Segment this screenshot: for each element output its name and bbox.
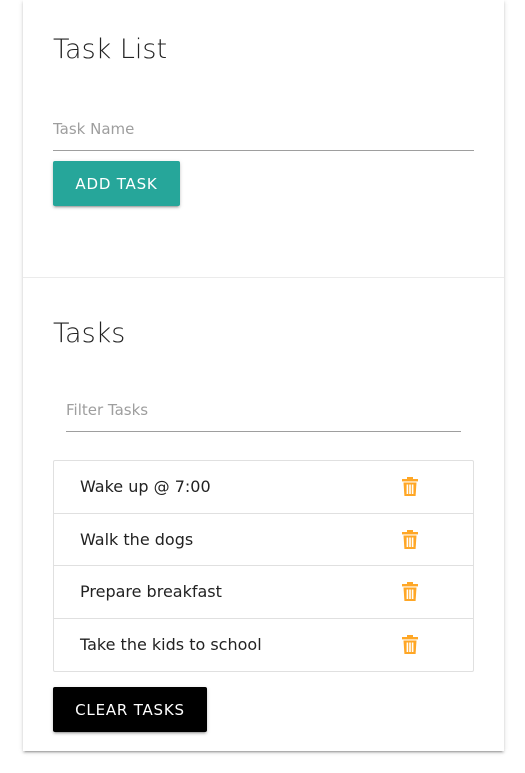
task-label: Wake up @ 7:00 bbox=[80, 477, 211, 497]
add-task-section: Task List Add Task bbox=[23, 0, 504, 278]
task-name-input[interactable] bbox=[53, 108, 474, 150]
clear-tasks-button[interactable]: Clear Tasks bbox=[53, 687, 207, 732]
task-label: Walk the dogs bbox=[80, 529, 194, 549]
filter-field-wrapper bbox=[66, 388, 461, 432]
trash-icon bbox=[402, 635, 418, 655]
trash-icon bbox=[402, 529, 418, 549]
task-card: Task List Add Task Tasks Wake up @ 7:00 bbox=[23, 0, 504, 751]
task-label: Take the kids to school bbox=[80, 635, 262, 655]
task-list: Wake up @ 7:00 Walk the dogs Prepare bre… bbox=[53, 460, 474, 672]
list-item: Walk the dogs bbox=[54, 514, 473, 566]
task-list-title: Task List bbox=[53, 34, 168, 65]
list-item: Wake up @ 7:00 bbox=[54, 461, 473, 514]
delete-task-button[interactable] bbox=[401, 477, 419, 497]
filter-tasks-input[interactable] bbox=[66, 388, 461, 431]
delete-task-button[interactable] bbox=[401, 635, 419, 655]
add-task-button[interactable]: Add Task bbox=[53, 161, 180, 206]
task-label: Prepare breakfast bbox=[80, 582, 222, 602]
trash-icon bbox=[402, 582, 418, 602]
tasks-title: Tasks bbox=[53, 318, 126, 349]
delete-task-button[interactable] bbox=[401, 582, 419, 602]
task-name-field-wrapper bbox=[53, 108, 474, 151]
list-item: Prepare breakfast bbox=[54, 566, 473, 619]
trash-icon bbox=[402, 477, 418, 497]
delete-task-button[interactable] bbox=[401, 529, 419, 549]
list-item: Take the kids to school bbox=[54, 619, 473, 672]
